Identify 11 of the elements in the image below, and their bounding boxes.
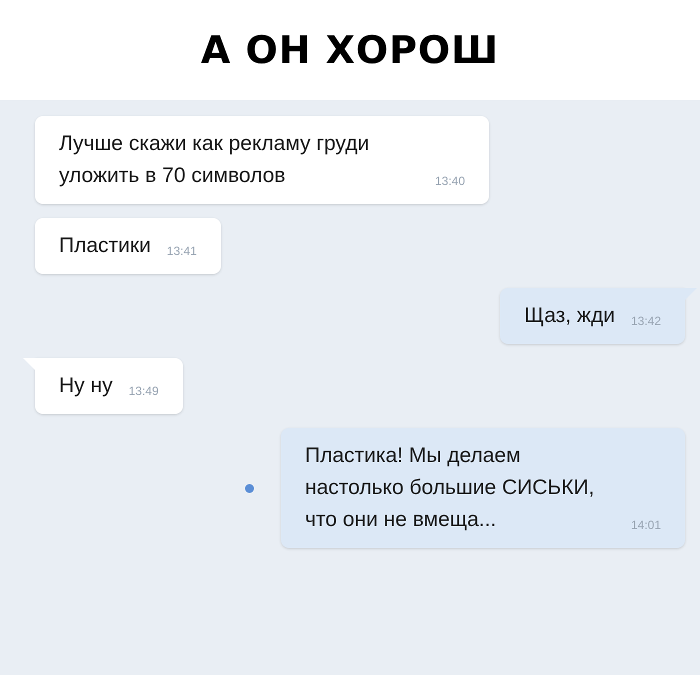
message-text: Ну ну [59, 373, 113, 399]
caption: А ОН ХОРОШ [200, 26, 500, 74]
message-time: 13:41 [166, 243, 197, 260]
message-text: Пластики [59, 233, 151, 259]
message-text: Пластика! Мы делаем настолько большие СИСЬКИ, что они не вмеща... [304, 443, 596, 533]
message-text: Щаз, жди [524, 303, 615, 329]
message-time: 13:49 [128, 383, 159, 400]
message-time: 13:42 [630, 313, 661, 330]
message-text: Лучше скажи как рекламу груди уложить в 70 символов [59, 131, 370, 189]
message-time: 13:40 [435, 173, 466, 190]
message-time: 14:01 [630, 517, 661, 534]
